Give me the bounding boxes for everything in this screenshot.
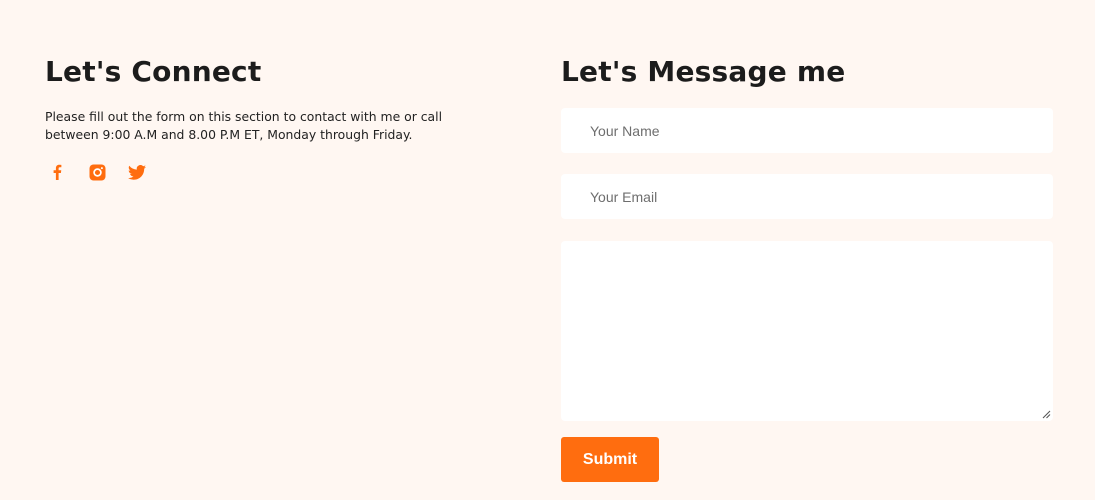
email-input[interactable] — [561, 174, 1053, 219]
resize-handle-icon[interactable] — [1041, 409, 1051, 419]
message-container — [561, 241, 1053, 421]
submit-button[interactable]: Submit — [561, 437, 659, 482]
connect-section: Let's Connect Please fill out the form o… — [45, 52, 465, 184]
twitter-icon — [128, 164, 146, 180]
message-title: Let's Message me — [561, 55, 846, 88]
message-section: Let's Message me Submit — [561, 52, 1053, 482]
instagram-icon — [89, 164, 105, 180]
twitter-link[interactable] — [125, 160, 149, 184]
connect-title: Let's Connect — [45, 55, 262, 88]
social-links — [45, 160, 465, 184]
facebook-icon — [53, 164, 62, 180]
instagram-link[interactable] — [85, 160, 109, 184]
message-textarea[interactable] — [561, 241, 1053, 421]
name-input[interactable] — [561, 108, 1053, 153]
connect-description: Please fill out the form on this section… — [45, 109, 443, 142]
facebook-link[interactable] — [45, 160, 69, 184]
contact-form: Submit — [561, 108, 1053, 482]
